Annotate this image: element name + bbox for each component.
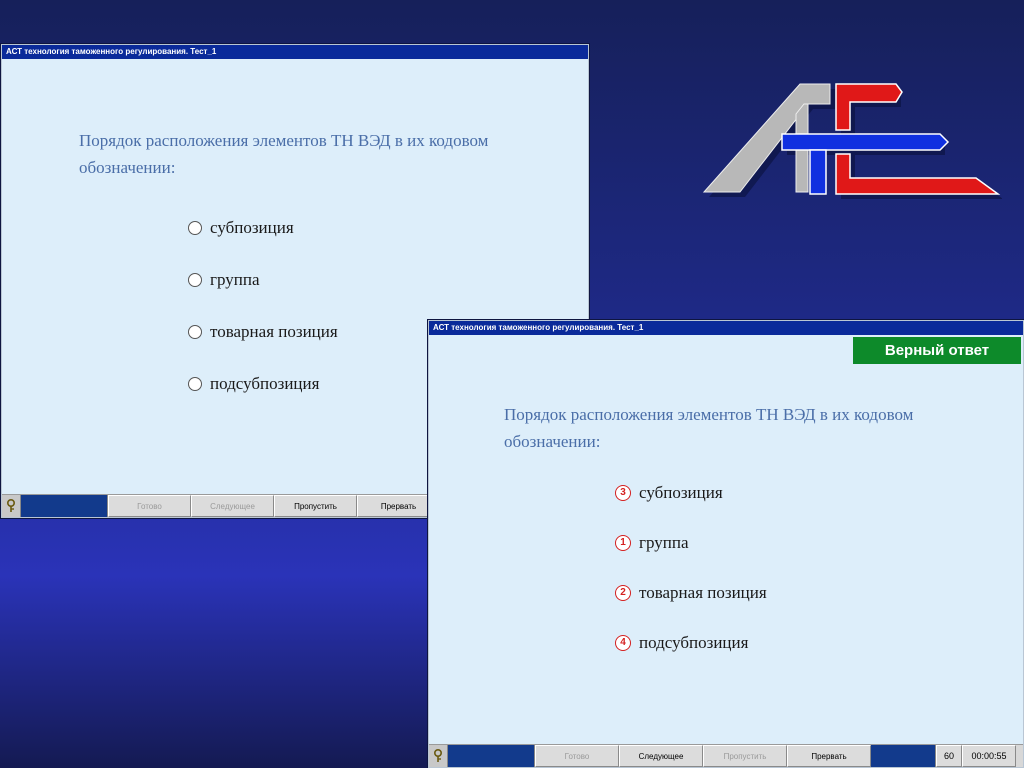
ast-logo-graphic (702, 83, 1003, 199)
answer-options: 3 субпозиция 1 группа 2 товарная позиция… (615, 481, 767, 655)
timer-display: 00:00:55 (962, 745, 1016, 767)
order-badge: 3 (615, 485, 631, 501)
next-button[interactable]: Следующее (619, 745, 703, 767)
option-label: группа (210, 270, 260, 289)
key-icon[interactable] (2, 495, 21, 517)
progress-indicator (21, 495, 108, 517)
option-item[interactable]: 1 группа (615, 531, 767, 555)
abort-button[interactable]: Прервать (787, 745, 871, 767)
skip-button[interactable]: Пропустить (703, 745, 787, 767)
next-button[interactable]: Следующее (191, 495, 274, 517)
radio-button[interactable] (188, 377, 202, 391)
option-label: субпозиция (210, 218, 294, 237)
ast-logo (700, 82, 1003, 212)
option-label: товарная позиция (639, 583, 767, 602)
radio-button[interactable] (188, 325, 202, 339)
window-title: АСТ технология таможенного регулирования… (429, 321, 1023, 335)
order-badge: 2 (615, 585, 631, 601)
done-button[interactable]: Готово (108, 495, 191, 517)
status-spacer (871, 745, 936, 767)
option-label: товарная позиция (210, 322, 338, 341)
option-item[interactable]: товарная позиция (188, 319, 338, 345)
option-item[interactable]: субпозиция (188, 215, 338, 241)
progress-indicator (448, 745, 535, 767)
option-label: субпозиция (639, 483, 723, 502)
option-item[interactable]: подсубпозиция (188, 371, 338, 397)
skip-button[interactable]: Пропустить (274, 495, 357, 517)
correct-answer-banner: Верный ответ (853, 337, 1021, 364)
radio-button[interactable] (188, 221, 202, 235)
question-text: Порядок расположения элементов ТН ВЭД в … (504, 405, 914, 451)
option-label: подсубпозиция (639, 633, 749, 652)
status-bar: Готово Следующее Пропустить Прервать 60 … (429, 744, 1023, 767)
key-icon[interactable] (429, 745, 448, 767)
window-title: АСТ технология таможенного регулирования… (2, 45, 588, 59)
test-window-result: АСТ технология таможенного регулирования… (428, 320, 1024, 768)
option-item[interactable]: группа (188, 267, 338, 293)
order-badge: 1 (615, 535, 631, 551)
option-item[interactable]: 2 товарная позиция (615, 581, 767, 605)
option-label: группа (639, 533, 689, 552)
option-item[interactable]: 4 подсубпозиция (615, 631, 767, 655)
question-text: Порядок расположения элементов ТН ВЭД в … (79, 131, 489, 177)
done-button[interactable]: Готово (535, 745, 619, 767)
option-item[interactable]: 3 субпозиция (615, 481, 767, 505)
order-badge: 4 (615, 635, 631, 651)
answer-options: субпозиция группа товарная позиция подсу… (188, 215, 338, 397)
option-label: подсубпозиция (210, 374, 320, 393)
radio-button[interactable] (188, 273, 202, 287)
score-display: 60 (936, 745, 962, 767)
